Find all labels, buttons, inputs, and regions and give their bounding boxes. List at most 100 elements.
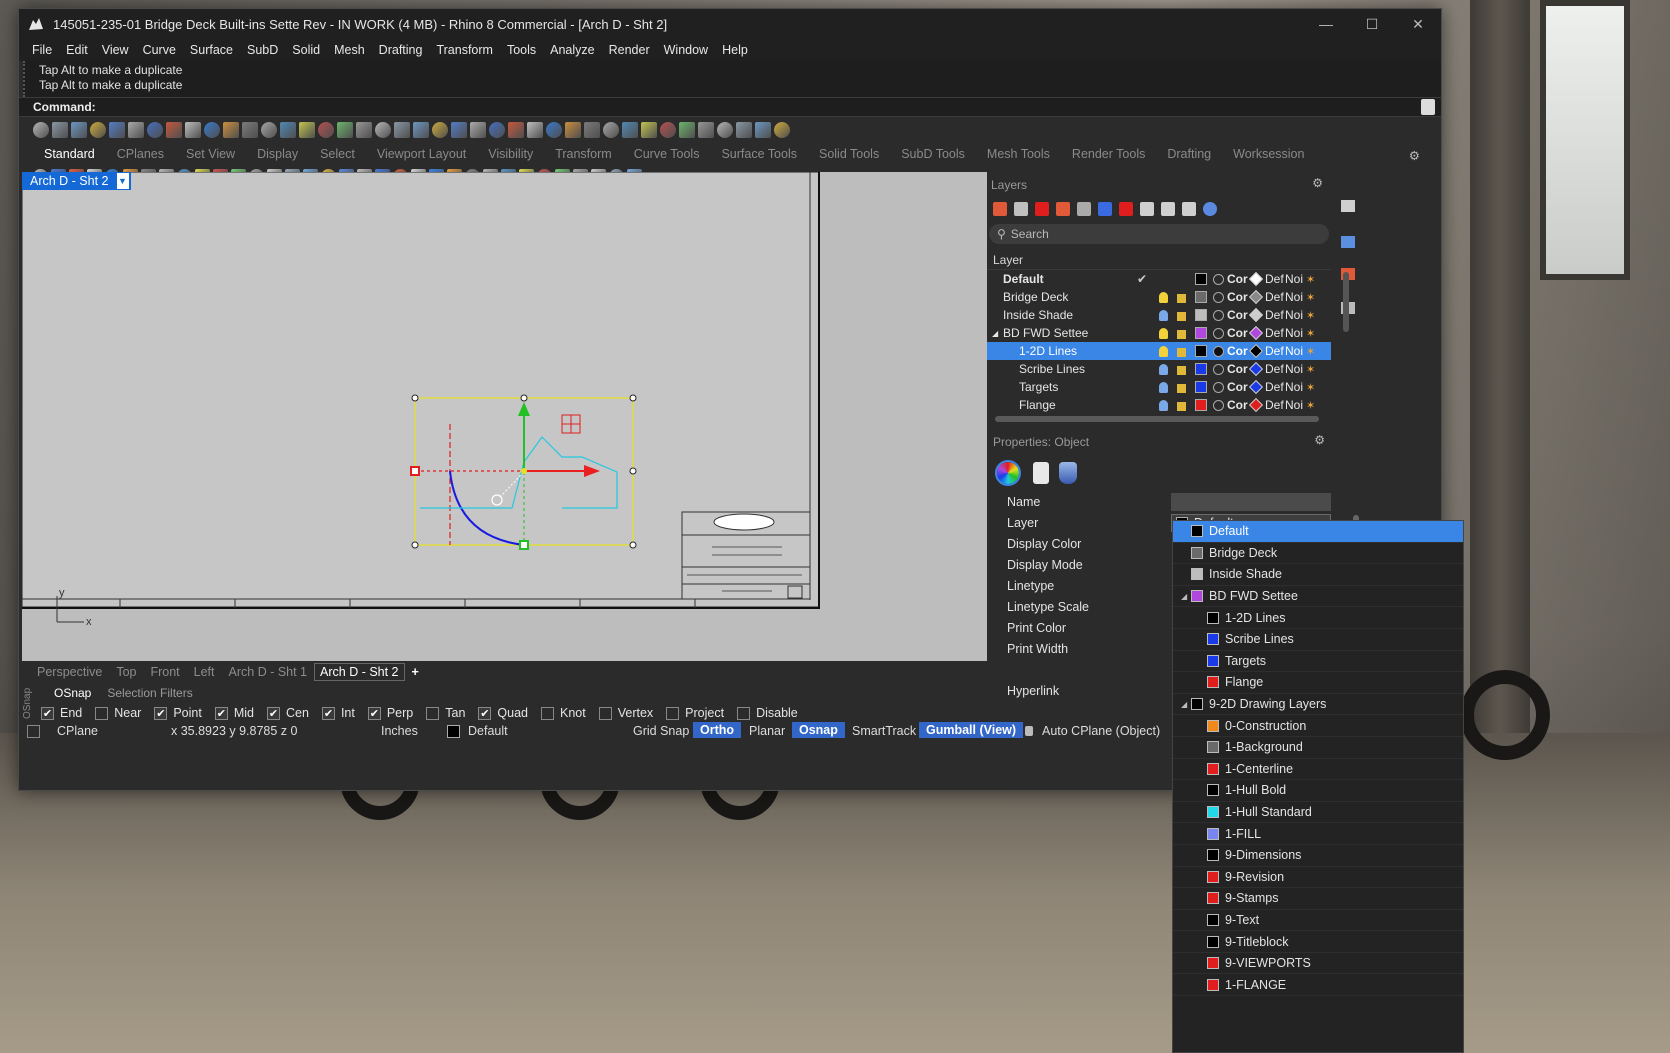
expand-triangle-icon[interactable]: ◢	[992, 329, 998, 338]
print-width-cell[interactable]: Def	[1265, 308, 1284, 322]
toolbar-gear-icon[interactable]: ⚙	[1398, 148, 1431, 165]
curve-tool-icon[interactable]	[166, 122, 182, 138]
tab-subd-tools[interactable]: SubD Tools	[890, 147, 976, 165]
property-row[interactable]: Name	[987, 491, 1363, 512]
curve-tool-icon[interactable]	[242, 122, 258, 138]
object-properties-color-wheel-icon[interactable]	[995, 460, 1021, 486]
curve-tool-icon[interactable]	[33, 122, 49, 138]
menu-transform[interactable]: Transform	[429, 43, 500, 57]
layer-row[interactable]: Inside Shade Cor Def Noi ✶	[987, 306, 1331, 324]
layer-row[interactable]: Targets Cor Def Noi ✶	[987, 378, 1331, 396]
panel-tab-icon[interactable]	[1341, 200, 1355, 212]
dropdown-layer-item[interactable]: 1-FLANGE	[1173, 974, 1463, 997]
layer-search-input[interactable]: ⚲ Search	[989, 224, 1329, 244]
expand-triangle-icon[interactable]: ◢	[1181, 592, 1187, 601]
tab-arch-d-sht-2[interactable]: Arch D - Sht 2	[314, 663, 405, 681]
visibility-bulb-icon[interactable]	[1159, 309, 1168, 321]
layers-gear-icon[interactable]: ⚙	[1312, 176, 1323, 190]
osnap-disable[interactable]: Disable	[737, 706, 798, 720]
expand-triangle-icon[interactable]: ◢	[1181, 700, 1187, 709]
section-style-cell[interactable]: Noi	[1285, 398, 1303, 412]
lock-icon[interactable]	[1177, 366, 1186, 375]
menu-tools[interactable]: Tools	[500, 43, 543, 57]
render-star-icon[interactable]: ✶	[1306, 309, 1315, 322]
curve-tool-icon[interactable]	[147, 122, 163, 138]
dropdown-layer-item[interactable]: 9-Dimensions	[1173, 845, 1463, 867]
dropdown-layer-item[interactable]: ◢ 9-2D Drawing Layers	[1173, 694, 1463, 716]
menu-help[interactable]: Help	[715, 43, 755, 57]
curve-tool-icon[interactable]	[185, 122, 201, 138]
material-diamond-icon[interactable]	[1248, 379, 1264, 395]
tab-top[interactable]: Top	[109, 665, 143, 679]
viewport-menu-chevron-icon[interactable]: ▼	[116, 173, 129, 189]
dropdown-layer-item[interactable]: 9-Revision	[1173, 867, 1463, 889]
dropdown-layer-item[interactable]: Inside Shade	[1173, 564, 1463, 586]
curve-tool-icon[interactable]	[698, 122, 714, 138]
tab-transform[interactable]: Transform	[544, 147, 623, 165]
osnap-int[interactable]: ✔ Int	[321, 706, 355, 720]
osnap-tan[interactable]: Tan	[426, 706, 465, 720]
print-color-circle-icon[interactable]	[1213, 291, 1224, 303]
linetype-cell[interactable]: Cor	[1227, 362, 1248, 376]
list-icon[interactable]	[1182, 202, 1196, 216]
menu-file[interactable]: File	[25, 43, 59, 57]
tab-standard[interactable]: Standard	[33, 147, 106, 165]
dropdown-layer-item[interactable]: 9-Titleblock	[1173, 931, 1463, 953]
add-viewport-plus-icon[interactable]: +	[405, 665, 426, 679]
osnap-toggle[interactable]: Osnap	[792, 722, 845, 738]
curve-tool-icon[interactable]	[736, 122, 752, 138]
curve-tool-icon[interactable]	[622, 122, 638, 138]
close-button[interactable]: ✕	[1395, 9, 1441, 39]
osnap-vertex[interactable]: Vertex	[598, 706, 653, 720]
render-star-icon[interactable]: ✶	[1306, 381, 1315, 394]
osnap-checkbox[interactable]	[737, 706, 751, 720]
lock-icon[interactable]	[1177, 348, 1186, 357]
tab-mesh-tools[interactable]: Mesh Tools	[976, 147, 1061, 165]
curve-tool-icon[interactable]	[679, 122, 695, 138]
menu-edit[interactable]: Edit	[59, 43, 95, 57]
osnap-checkbox[interactable]	[426, 706, 440, 720]
dropdown-layer-item[interactable]: Targets	[1173, 651, 1463, 673]
curve-tool-icon[interactable]	[508, 122, 524, 138]
tab-perspective[interactable]: Perspective	[30, 665, 109, 679]
command-history[interactable]: Tap Alt to make a duplicate Tap Alt to m…	[23, 61, 1441, 97]
menu-analyze[interactable]: Analyze	[543, 43, 601, 57]
print-color-circle-icon[interactable]	[1213, 273, 1224, 285]
material-diamond-icon[interactable]	[1248, 361, 1264, 377]
layer-color-swatch[interactable]	[1195, 309, 1207, 321]
layer-color-swatch[interactable]	[1195, 291, 1207, 303]
gumball-toggle[interactable]: Gumball (View)	[919, 722, 1024, 738]
layout-canvas[interactable]: y x	[22, 172, 988, 661]
current-layer-check-icon[interactable]: ✔	[1137, 272, 1147, 286]
render-star-icon[interactable]: ✶	[1306, 363, 1315, 376]
new-layer-icon[interactable]	[993, 202, 1007, 216]
section-style-cell[interactable]: Noi	[1285, 308, 1303, 322]
lock-icon[interactable]	[1177, 384, 1186, 393]
tab-curve-tools[interactable]: Curve Tools	[623, 147, 711, 165]
curve-tool-icon[interactable]	[356, 122, 372, 138]
menu-surface[interactable]: Surface	[183, 43, 240, 57]
osnap-checkbox[interactable]: ✔	[154, 706, 168, 720]
tab-selection-filters[interactable]: Selection Filters	[99, 686, 200, 700]
visibility-bulb-icon[interactable]	[1159, 381, 1168, 393]
osnap-perp[interactable]: ✔ Perp	[367, 706, 413, 720]
layer-color-swatch[interactable]	[1195, 345, 1207, 357]
help-icon[interactable]	[1203, 202, 1217, 216]
curve-tool-icon[interactable]	[299, 122, 315, 138]
print-color-circle-icon[interactable]	[1213, 381, 1224, 393]
layer-color-swatch[interactable]	[1195, 273, 1207, 285]
dropdown-layer-item[interactable]: 1-Hull Standard	[1173, 802, 1463, 824]
units-label[interactable]: Inches	[381, 724, 418, 738]
curve-tool-icon[interactable]	[717, 122, 733, 138]
dropdown-layer-item[interactable]: ◢ BD FWD Settee	[1173, 586, 1463, 608]
layer-color-swatch[interactable]	[1195, 363, 1207, 375]
print-color-circle-icon[interactable]	[1213, 345, 1224, 357]
layer-row[interactable]: Bridge Deck Cor Def Noi ✶	[987, 288, 1331, 306]
section-style-cell[interactable]: Noi	[1285, 326, 1303, 340]
dropdown-layer-item[interactable]: 9-Text	[1173, 910, 1463, 932]
curve-tool-icon[interactable]	[546, 122, 562, 138]
command-prompt[interactable]: Command:	[19, 97, 1441, 117]
curve-tool-icon[interactable]	[774, 122, 790, 138]
print-width-cell[interactable]: Def	[1265, 380, 1284, 394]
print-color-circle-icon[interactable]	[1213, 363, 1224, 375]
